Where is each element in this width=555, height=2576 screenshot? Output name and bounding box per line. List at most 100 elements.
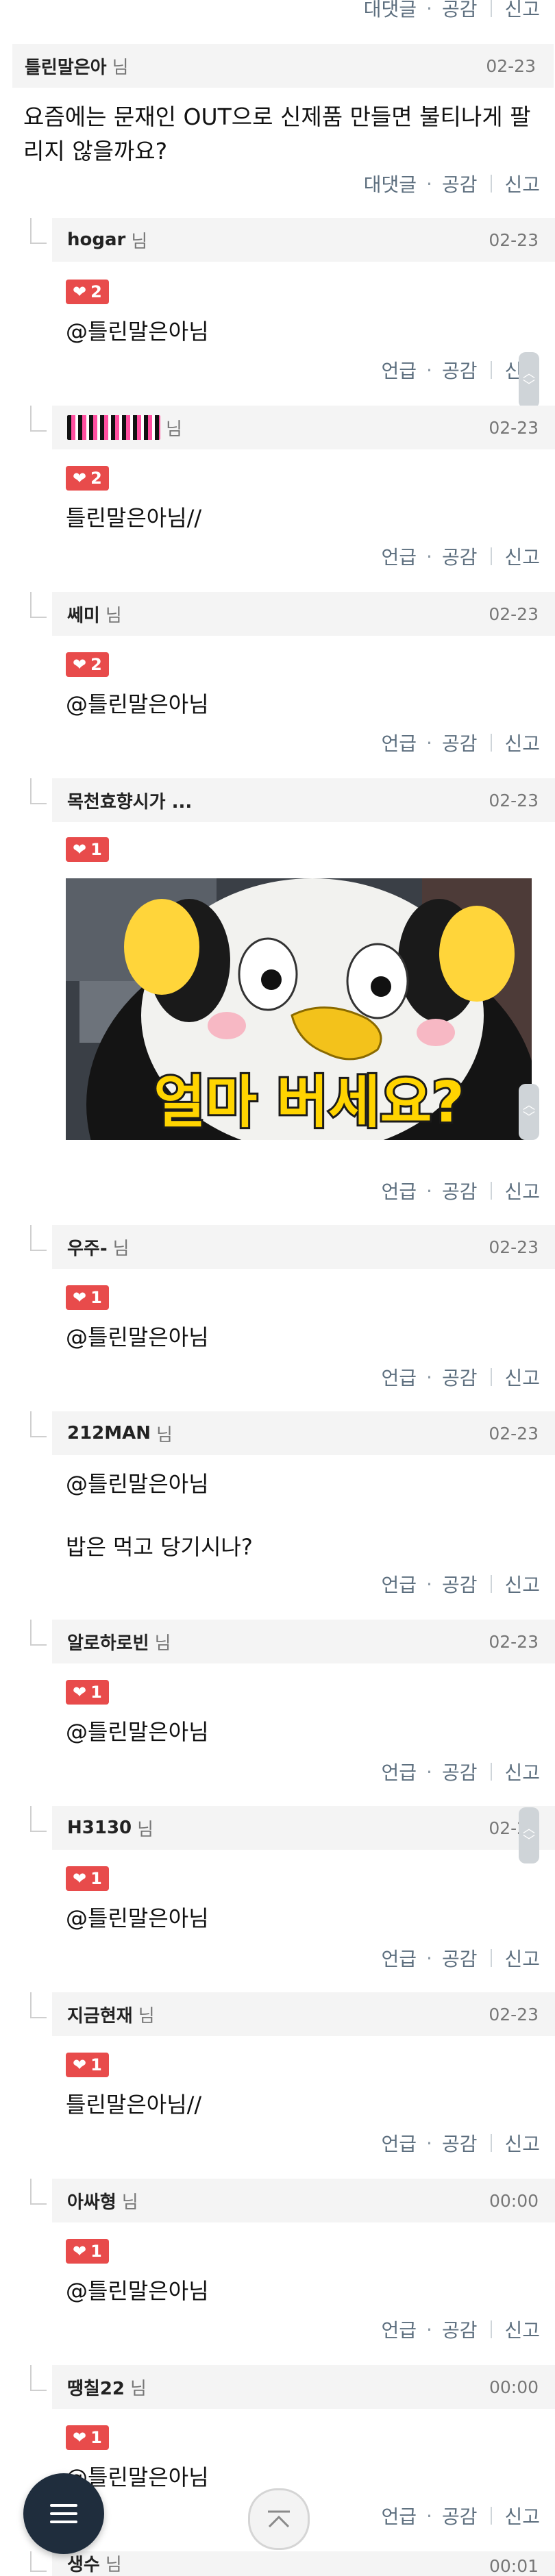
action-divider [491,2134,493,2152]
mention-button[interactable]: 언급 [382,1177,417,1204]
like-button[interactable]: 공감 [442,1758,478,1785]
report-button[interactable]: 신고 [504,2502,540,2529]
floating-menu-button[interactable] [23,2473,104,2554]
report-button[interactable]: 신고 [504,1363,540,1391]
pixelated-nickname-image[interactable] [67,415,160,440]
reply-author[interactable]: 아싸형 [67,2188,116,2214]
like-button[interactable]: 공감 [442,356,478,384]
mention-button[interactable]: 언급 [382,2502,417,2529]
reply-header: 알로하로빈 님 02-23 [52,1620,555,1663]
like-button[interactable]: 공감 [442,2316,478,2343]
top-actions: 대댓글 · 공감 신고 [364,0,540,27]
like-count-badge: ❤ 1 [66,1866,109,1891]
reply-header: 생수 님 00:01 [52,2551,555,2576]
mention-button[interactable]: 언급 [382,1363,417,1391]
like-count-badge: ❤ 1 [66,837,109,862]
like-button[interactable]: 공감 [442,2129,478,2157]
like-button[interactable]: 공감 [442,1944,478,1972]
like-button[interactable]: 공감 [442,1177,478,1204]
reply-header: 땡칠22 님 00:00 [52,2365,555,2409]
reply-date: 02-23 [489,790,539,810]
heart-icon: ❤ [73,840,87,859]
reply-button[interactable]: 대댓글 [364,0,417,22]
reply-image[interactable]: 얼마 버세요? [66,878,532,1140]
reply-text: @틀린말은아님 [66,1719,209,1745]
author-suffix: 님 [121,2192,138,2213]
like-button[interactable]: 공감 [442,729,478,756]
reply-button[interactable]: 대댓글 [364,170,417,197]
like-count: 1 [90,2242,102,2261]
mention-button[interactable]: 언급 [382,1758,417,1785]
reply-author[interactable]: 생수 [67,2551,100,2576]
report-button[interactable]: 신고 [504,2316,540,2343]
like-button[interactable]: 공감 [442,0,478,22]
heart-icon: ❤ [73,282,87,301]
reply-author[interactable]: 지금현재 [67,2002,133,2027]
action-divider [491,547,493,565]
report-button[interactable]: 신고 [504,2129,540,2157]
like-count-badge: ❤ 1 [66,1285,109,1310]
scroll-handle[interactable]: ︿ ﹀ [519,1807,539,1863]
report-button[interactable]: 신고 [504,0,540,22]
reply-author[interactable]: 쎄미 [67,602,100,627]
reply-text: @틀린말은아님 [66,2278,209,2304]
reply-header: 아싸형 님 00:00 [52,2179,555,2222]
mention-button[interactable]: 언급 [382,2316,417,2343]
chevron-up-icon [268,2510,290,2528]
heart-icon: ❤ [73,2428,87,2447]
main-comment-text: 요즘에는 문재인 OUT으로 신제품 만들면 불티나게 팔리지 않을까요? [23,103,531,164]
like-count: 1 [90,1869,102,1888]
action-dot: · [426,0,432,20]
action-divider [491,1182,493,1200]
action-dot: · [426,1760,432,1783]
reply-date: 02-23 [489,604,539,624]
scroll-handle[interactable]: ︿ ﹀ [519,352,539,408]
like-button[interactable]: 공감 [442,2502,478,2529]
mention-button[interactable]: 언급 [382,1570,417,1598]
reply-actions: 언급 · 공감 신고 [382,537,541,575]
reply-connector [30,218,47,244]
like-button[interactable]: 공감 [442,170,478,197]
action-dot: · [426,1572,432,1596]
like-button[interactable]: 공감 [442,543,478,570]
scroll-to-top-button[interactable] [248,2488,310,2550]
report-button[interactable]: 신고 [504,1944,540,1972]
mention-button[interactable]: 언급 [382,2129,417,2157]
like-count: 1 [90,1683,102,1702]
reply-date: 00:01 [489,2556,539,2576]
comment-author[interactable]: 틀린말은아 [25,53,107,79]
mention-button[interactable]: 언급 [382,543,417,570]
action-dot: · [426,2318,432,2341]
reply-author[interactable]: 땡칠22 [67,2375,125,2400]
mention-button[interactable]: 언급 [382,729,417,756]
report-button[interactable]: 신고 [504,170,540,197]
reply-author[interactable]: 212MAN [67,1423,151,1444]
reply-author[interactable]: H3130 [67,1818,132,1838]
report-button[interactable]: 신고 [504,543,540,570]
reply-actions: 언급 · 공감 신고 [382,1939,541,1977]
reply-actions: 언급 · 공감 신고 [382,1172,541,1210]
reply-author[interactable]: 목천효향시가 ... [67,788,192,813]
reply-header: 우주- 님 02-23 [52,1225,555,1269]
heart-icon: ❤ [73,1869,87,1888]
like-button[interactable]: 공감 [442,1363,478,1391]
scroll-handle[interactable]: ︿ ﹀ [519,1084,539,1140]
like-button[interactable]: 공감 [442,1570,478,1598]
reply-date: 02-23 [489,1631,539,1652]
reply-connector [30,1620,47,1646]
report-button[interactable]: 신고 [504,1758,540,1785]
mention-button[interactable]: 언급 [382,1944,417,1972]
report-button[interactable]: 신고 [504,1177,540,1204]
main-comment-actions: 대댓글 · 공감 신고 [364,164,540,203]
action-divider [491,2320,493,2338]
reply-author[interactable]: 우주- [67,1235,108,1260]
reply-author[interactable]: hogar [67,230,125,250]
action-dot: · [426,172,432,195]
heart-icon: ❤ [73,655,87,674]
mention-button[interactable]: 언급 [382,356,417,384]
report-button[interactable]: 신고 [504,1570,540,1598]
report-button[interactable]: 신고 [504,729,540,756]
reply-author[interactable]: 알로하로빈 [67,1629,149,1655]
reply-header: 목천효향시가 ... 02-23 [52,778,555,822]
reply-actions: 언급 · 공감 신고 [382,1565,541,1603]
